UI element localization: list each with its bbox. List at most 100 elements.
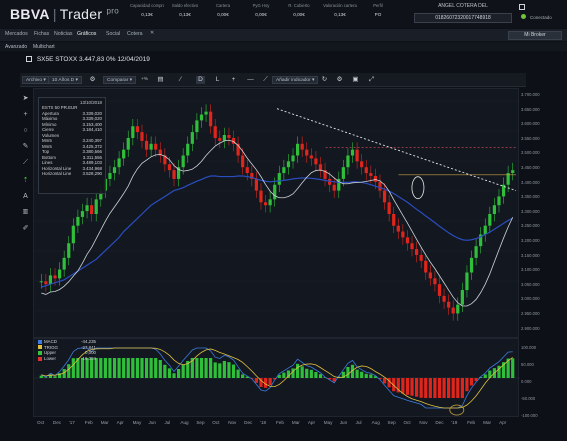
macd-histogram-bar <box>433 378 437 398</box>
macd-histogram-bar <box>437 378 442 398</box>
macd-histogram-bar <box>131 358 135 378</box>
line-tool-icon[interactable]: ⟋ <box>21 158 30 167</box>
macd-histogram-bar <box>126 358 130 378</box>
candle-body <box>405 237 410 244</box>
macd-histogram-bar <box>231 364 236 378</box>
text-tool-icon[interactable]: A <box>21 192 30 201</box>
macd-histogram-bar <box>360 371 364 378</box>
macd-svg <box>34 347 520 416</box>
scale-icon[interactable]: ⁄ <box>176 76 185 84</box>
candle-body <box>218 137 222 141</box>
candle-body <box>44 281 48 285</box>
macd-histogram-bar <box>209 358 213 378</box>
percent-toggle[interactable]: +% <box>141 76 148 84</box>
macd-panel[interactable] <box>33 338 520 417</box>
x-tick-label: Oct <box>212 420 220 425</box>
macd-histogram-bar <box>410 378 414 396</box>
pencil-tool-icon[interactable]: ✎ <box>21 142 30 151</box>
cursor-tool-icon[interactable]: ➤ <box>21 94 30 103</box>
candle-body <box>318 164 323 171</box>
circle-tool-icon[interactable]: ○ <box>21 126 30 135</box>
x-tick-label: '17 <box>68 420 75 425</box>
stat-value: 0,13€ <box>334 12 346 17</box>
y-tick-label: 3.450.000 <box>521 165 540 170</box>
close-tab-icon[interactable]: ✕ <box>150 30 154 36</box>
macd-histogram-bar <box>236 369 240 378</box>
candle-body <box>80 211 85 217</box>
candle-body <box>181 155 185 168</box>
log-scale-icon[interactable]: L <box>213 76 222 84</box>
y-tick-label: 3.050.000 <box>521 281 540 287</box>
candle-body <box>305 149 309 156</box>
expand-icon[interactable]: ⤢ <box>367 76 376 84</box>
refresh-icon[interactable]: ↻ <box>320 76 329 84</box>
info-rows: Apertura 3.339,020 Máximo 3.339,020 Mínimo 3.… <box>42 111 102 177</box>
camera-icon[interactable]: ▣ <box>351 76 360 84</box>
symbol-icon <box>26 56 32 62</box>
trash-icon[interactable]: ▥ <box>21 208 30 217</box>
daily-button[interactable]: D <box>196 76 205 84</box>
nav-item-fichas[interactable]: Fichas <box>34 31 49 37</box>
macd-histogram-bar <box>451 378 455 398</box>
candle-body <box>117 158 121 168</box>
connection-status-label: Conectado <box>530 15 552 20</box>
macd-histogram-bar <box>154 358 158 378</box>
candle-body <box>483 225 487 235</box>
brush-tool-icon[interactable]: ✐ <box>21 224 30 233</box>
add-indicator-button[interactable]: Añadir indicador ▾ <box>272 76 319 84</box>
nav-item-noticias[interactable]: Noticias <box>54 31 72 37</box>
cross-tool-icon[interactable]: + <box>21 110 30 119</box>
candle-body <box>112 167 117 174</box>
nav-item-cotera[interactable]: Cotera <box>127 31 143 37</box>
macd-histogram-bar <box>456 378 460 398</box>
macd-histogram-bar <box>442 378 446 398</box>
candle-body <box>204 111 208 115</box>
account-number[interactable]: 01826072320017748918 <box>414 13 512 23</box>
osc-y-tick-label: -50.000 <box>521 396 536 401</box>
candle-body <box>300 143 304 150</box>
candle-body <box>144 140 149 150</box>
candle-body <box>94 199 98 214</box>
settings-icon[interactable]: ⚙ <box>335 76 344 84</box>
candle-body <box>373 175 378 182</box>
macd-histogram-bar <box>218 363 222 378</box>
chart-type-icon[interactable]: ⚙ <box>88 76 97 84</box>
nav-item-gráficos[interactable]: Gráficos <box>77 31 96 37</box>
ohlc-info-box: 13/10/2018 ESTX 50 PR.EUR Apertura 3.339,… <box>38 97 106 194</box>
archivo-menu[interactable]: Archivo ▾ <box>22 76 50 84</box>
macd-histogram-bar <box>122 358 126 378</box>
subtab-avanzado[interactable]: Avanzado <box>5 44 27 50</box>
mi-broker-button[interactable]: Mi Broker <box>508 31 562 40</box>
macd-histogram-bar <box>460 378 464 398</box>
symbol-date: 12/04/2019 <box>117 56 150 63</box>
period-select[interactable]: 10 Años D ▾ <box>48 76 82 84</box>
compare-button[interactable]: Comparar ▾ <box>103 76 137 84</box>
macd-histogram-bar <box>204 358 208 378</box>
x-tick-label: Aug <box>371 420 380 425</box>
x-tick-label: Mar <box>100 420 109 425</box>
account-selector[interactable]: ANGEL COTERA DEL 01826072320017748918 <box>414 3 512 23</box>
crosshair-icon[interactable]: + <box>229 76 238 84</box>
trendline-icon[interactable]: ⟋ <box>261 76 270 84</box>
candle-body <box>277 173 281 185</box>
candle-body <box>396 225 400 232</box>
macd-histogram-bar <box>158 360 162 378</box>
macd-histogram-bar <box>241 374 245 378</box>
square-icon[interactable] <box>519 4 525 10</box>
stat-5: Valoración cartera 0,13€ <box>323 3 357 17</box>
candle-body <box>62 257 66 270</box>
x-tick-label: Jun <box>148 420 156 425</box>
subtab-multichart[interactable]: Multichart <box>33 44 55 50</box>
candle-body <box>85 205 89 212</box>
hline-icon[interactable]: — <box>246 76 255 84</box>
y-tick-label: 3.000.000 <box>521 296 540 302</box>
y-tick-label: 3.250.000 <box>521 223 540 229</box>
fib-tool-icon[interactable]: ⇡ <box>21 176 30 185</box>
nav-item-mercados[interactable]: Mercados <box>5 31 28 37</box>
stat-0: Capacidad compra 0,13€ <box>130 3 164 17</box>
x-tick-label: '18 <box>260 420 267 425</box>
table-icon[interactable]: ▤ <box>156 76 165 84</box>
symbol-header: SX5E STOXX 3.447,83 0% 12/04/2019 <box>26 56 150 63</box>
nav-item-social[interactable]: Social <box>106 31 120 37</box>
candle-body <box>195 120 199 133</box>
